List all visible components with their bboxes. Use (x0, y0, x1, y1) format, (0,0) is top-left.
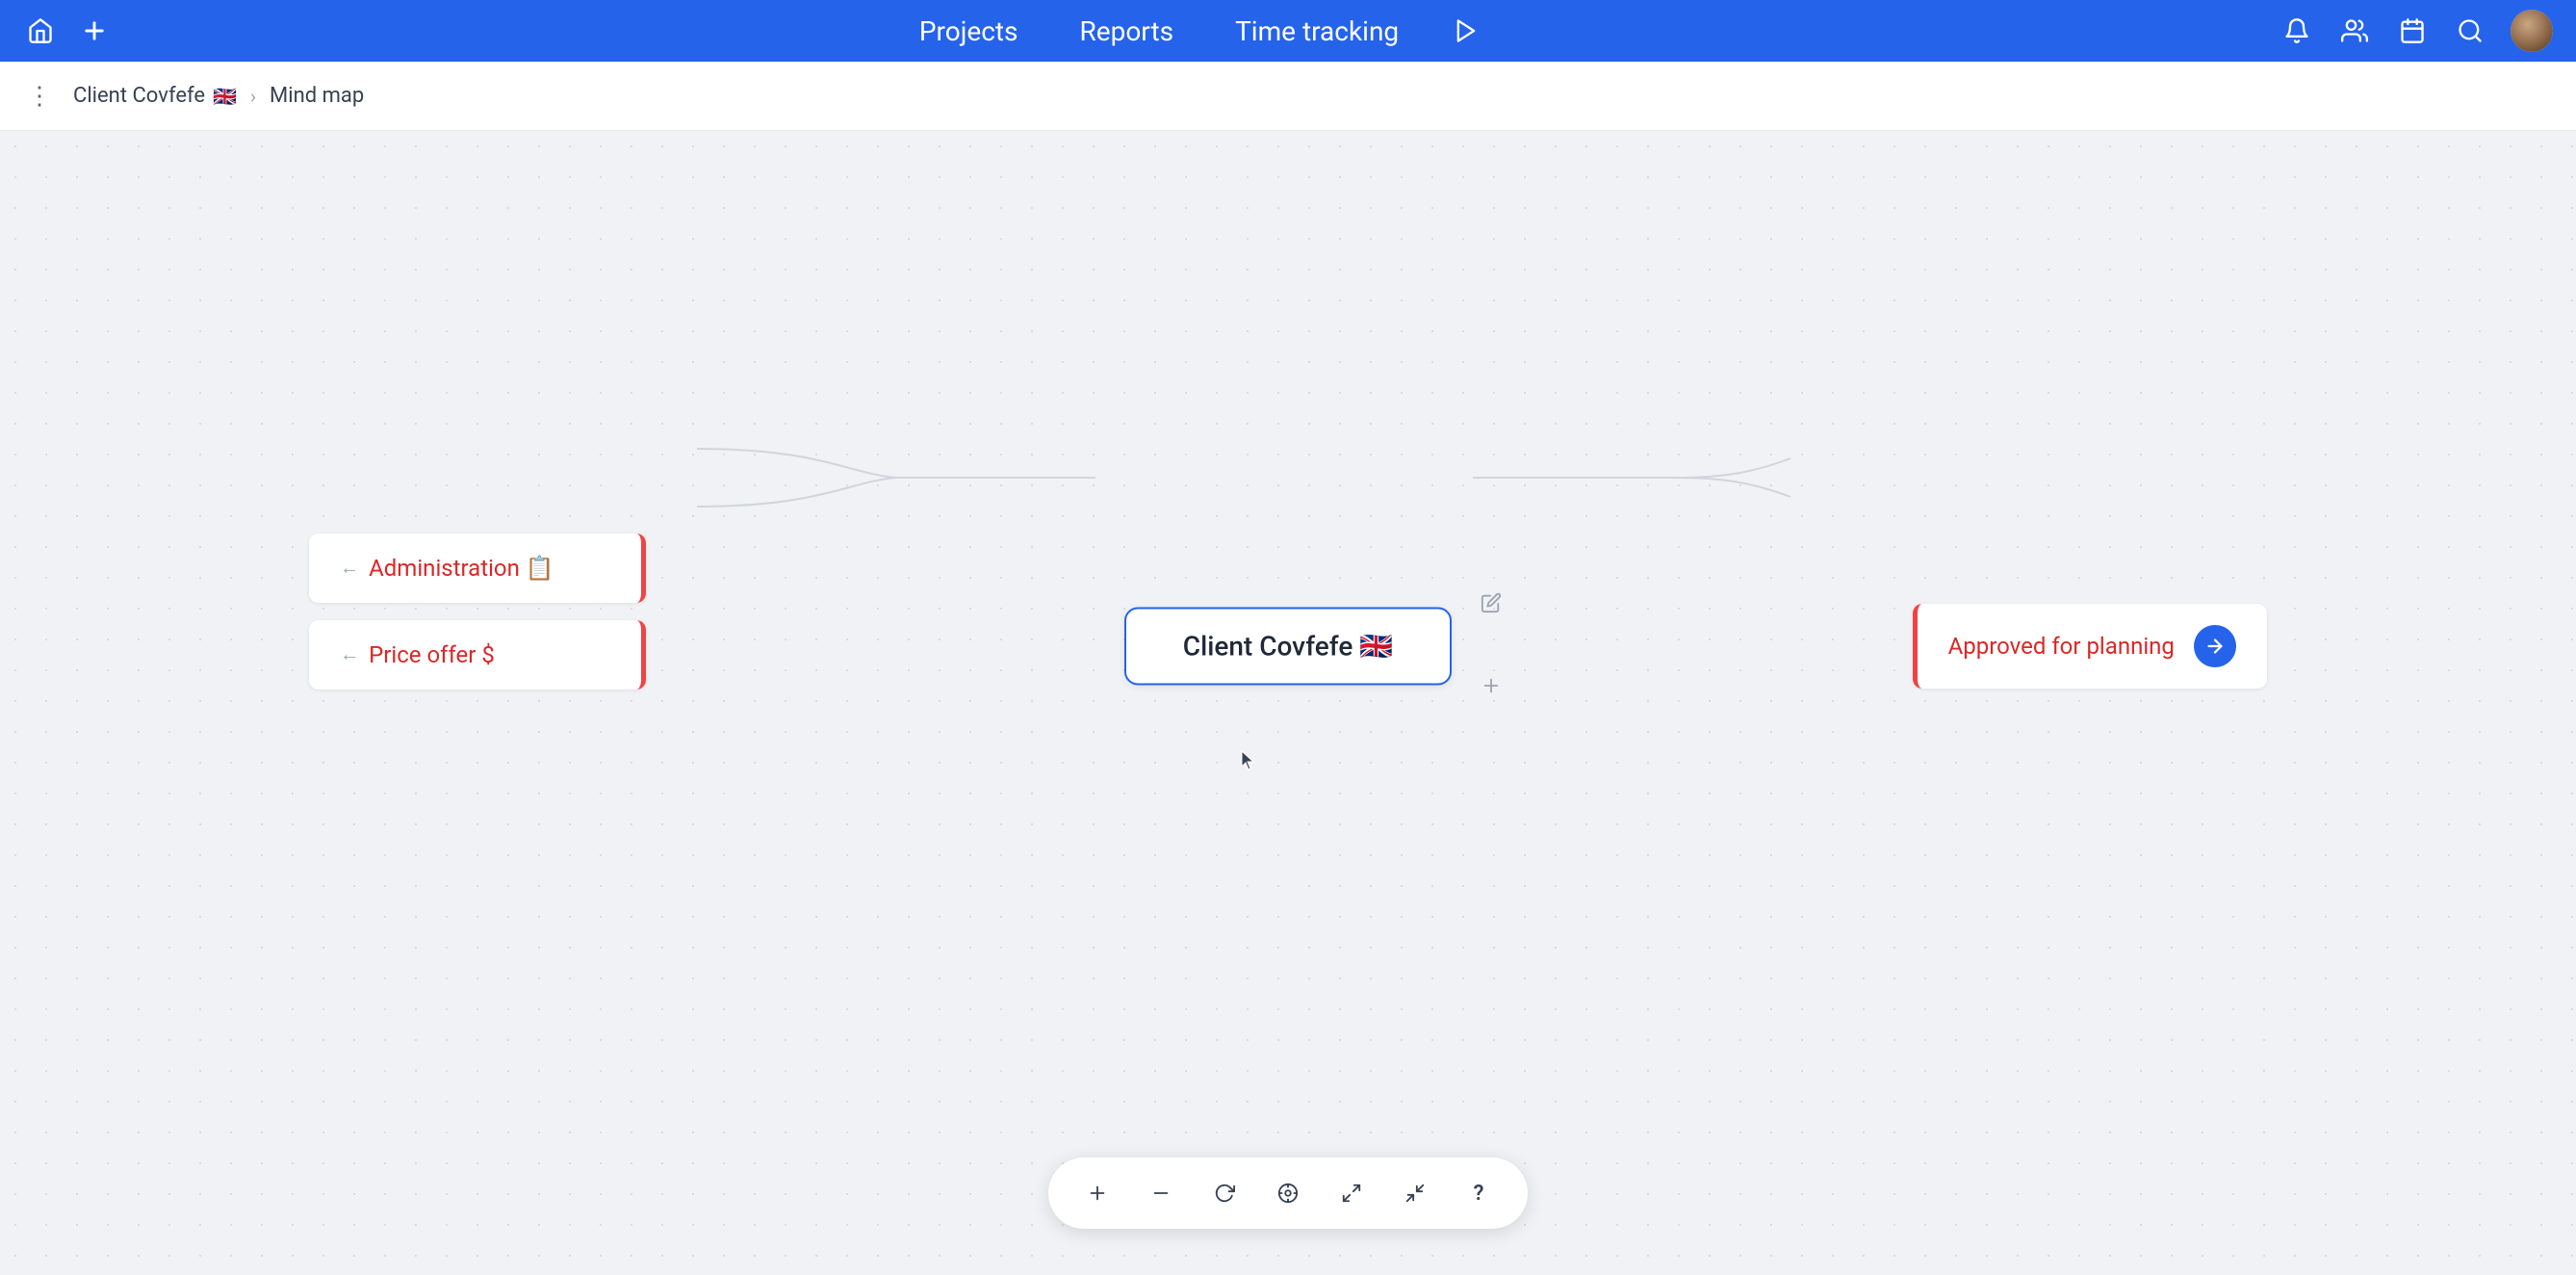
left-nodes: ← Administration 📋 ← Price offer $ (309, 533, 646, 690)
users-icon[interactable] (2337, 13, 2372, 48)
right-node-approved[interactable]: Approved for planning (1913, 604, 2267, 689)
left-node-price-offer-label: Price offer $ (369, 641, 495, 668)
help-button[interactable]: ? (1456, 1171, 1501, 1215)
breadcrumb: ⋮ Client Covfefe 🇬🇧 › Mind map (0, 62, 2576, 131)
target-button[interactable] (1266, 1171, 1310, 1215)
left-node-administration[interactable]: ← Administration 📋 (309, 533, 646, 603)
header-right (2280, 10, 2553, 52)
mindmap-canvas[interactable]: ← Administration 📋 ← Price offer $ Clien… (0, 131, 2576, 1275)
search-icon[interactable] (2453, 13, 2487, 48)
left-node-price-offer[interactable]: ← Price offer $ (309, 620, 646, 690)
avatar[interactable] (2511, 10, 2553, 52)
calendar-icon[interactable] (2395, 13, 2430, 48)
breadcrumb-current-page: Mind map (270, 84, 364, 108)
fit-width-button[interactable] (1329, 1171, 1374, 1215)
add-node-icon[interactable] (1481, 675, 1502, 702)
breadcrumb-flag: 🇬🇧 (213, 85, 237, 108)
play-icon[interactable] (1449, 13, 1483, 48)
home-icon[interactable] (23, 13, 58, 48)
nav-reports[interactable]: Reports (1069, 10, 1186, 53)
mindmap-container: ← Administration 📋 ← Price offer $ Clien… (0, 131, 2576, 1275)
breadcrumb-separator: › (250, 85, 256, 108)
central-node[interactable]: Client Covfefe 🇬🇧 (1124, 607, 1452, 685)
arrow-icon: ← (340, 556, 359, 580)
edit-icon[interactable] (1481, 592, 1502, 618)
breadcrumb-menu[interactable]: ⋮ (27, 82, 52, 111)
breadcrumb-project[interactable]: Client Covfefe 🇬🇧 (73, 84, 237, 108)
zoom-out-button[interactable] (1139, 1171, 1183, 1215)
mouse-cursor (1240, 749, 1259, 778)
connector-lines (0, 131, 2576, 1275)
toolbar: ? (1048, 1158, 1528, 1229)
app-header: Projects Reports Time tracking (0, 0, 2576, 62)
nav-time-tracking[interactable]: Time tracking (1224, 10, 1410, 53)
refresh-button[interactable] (1202, 1171, 1247, 1215)
expand-button[interactable] (1393, 1171, 1437, 1215)
header-nav: Projects Reports Time tracking (112, 10, 2280, 53)
arrow-icon: ← (340, 642, 359, 666)
right-node-approved-label: Approved for planning (1948, 633, 2175, 660)
nav-projects[interactable]: Projects (908, 10, 1030, 53)
add-icon[interactable] (77, 13, 112, 48)
header-left (23, 13, 112, 48)
right-node-arrow-button[interactable] (2194, 625, 2236, 667)
left-node-administration-label: Administration 📋 (369, 555, 554, 582)
breadcrumb-project-name: Client Covfefe (73, 84, 205, 108)
zoom-in-button[interactable] (1075, 1171, 1120, 1215)
central-node-label: Client Covfefe 🇬🇧 (1183, 630, 1393, 662)
bell-icon[interactable] (2280, 13, 2314, 48)
